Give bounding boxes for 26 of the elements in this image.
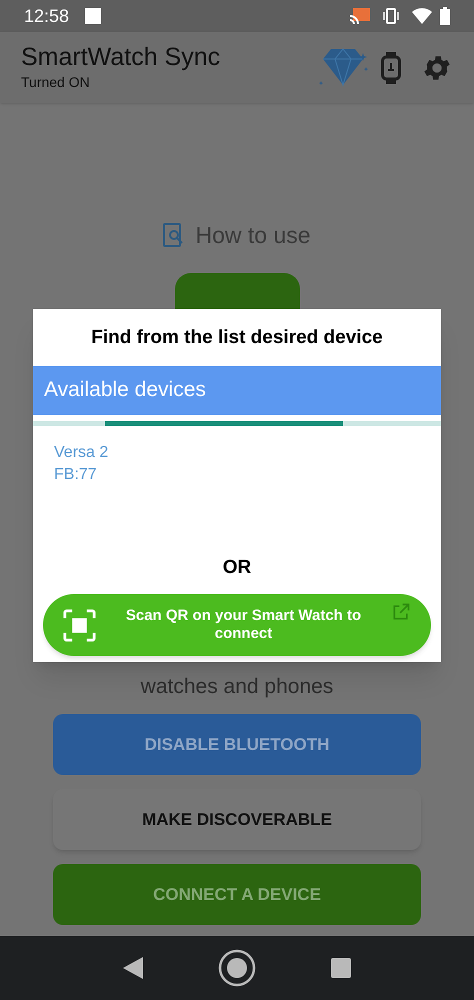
device-name: Versa 2 [54, 442, 108, 462]
hint-text: watches and phones [140, 674, 334, 700]
list-header: Available devices [33, 366, 441, 414]
wifi-icon [412, 8, 432, 24]
or-label: OR [222, 556, 252, 580]
scan-qr-button[interactable]: Scan QR on your Smart Watch to connect [43, 594, 431, 656]
app-subtitle: Turned ON [21, 73, 91, 92]
cast-icon [350, 8, 370, 24]
clock: 12:58 [24, 4, 70, 28]
home-icon[interactable] [218, 949, 256, 987]
action-button[interactable]: DISABLE BLUETOOTH [53, 714, 421, 775]
action-button[interactable]: CONNECT A DEVICE [53, 864, 421, 925]
vibrate-icon [382, 8, 400, 24]
device-item[interactable]: Versa 2 FB:77 [54, 442, 108, 486]
manual-icon [163, 223, 186, 248]
battery-icon [440, 7, 450, 25]
qr-scan-icon [63, 608, 96, 642]
app-title: SmartWatch Sync [21, 42, 222, 72]
action-button[interactable]: MAKE DISCOVERABLE [53, 789, 421, 850]
dialog-title: Find from the list desired device [90, 326, 384, 350]
device-address: FB:77 [54, 464, 98, 484]
watch-icon[interactable] [381, 52, 401, 84]
notification-icon [85, 8, 102, 24]
external-link-icon [391, 602, 411, 622]
back-icon[interactable] [123, 957, 143, 979]
how-to-use-label[interactable]: How to use [195, 218, 311, 252]
